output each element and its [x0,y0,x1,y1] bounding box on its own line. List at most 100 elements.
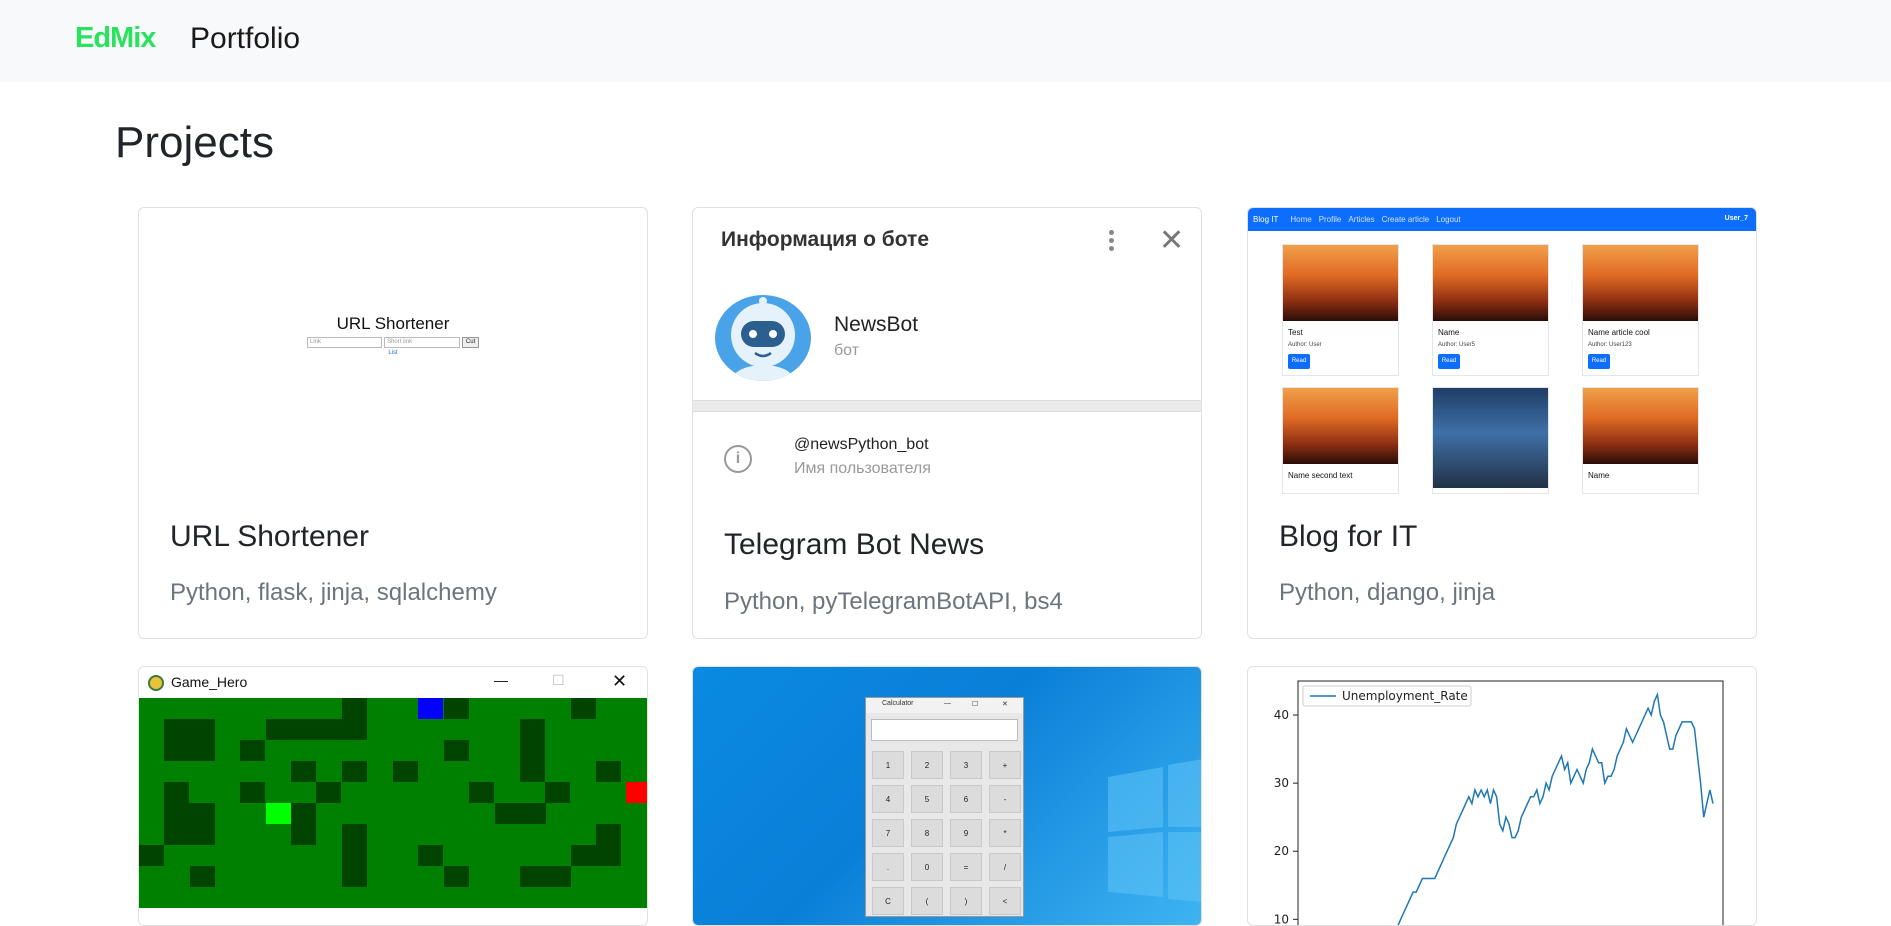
minimize-icon: — [944,700,951,707]
y-tick-label: 40 [1274,708,1289,722]
palm-trees-image [1583,245,1698,321]
maximize-icon: ☐ [972,701,979,708]
preview-cut-button: Cut [462,337,479,348]
y-tick-label: 10 [1274,912,1289,926]
calculator-key: - [989,785,1021,813]
project-card-game-hero[interactable]: Game_Hero — ☐ ✕ [138,666,648,926]
preview-article-title: Name second text [1288,471,1353,480]
preview-heading: URL Shortener [336,314,450,333]
bot-username-label: Имя пользователя [794,460,931,477]
preview-article-card: Name Author: User5 Read [1432,244,1549,376]
calculator-keypad: 1 2 3 +4 5 6- 7 8 9 *. 0 = / C() < [872,751,1023,915]
game-grid-tiles [139,698,647,887]
y-tick-label: 20 [1274,844,1289,858]
game-grid [139,698,647,908]
preview-bot-info-header: Информация о боте [721,228,930,251]
calculator-key: 3 [950,751,982,779]
calculator-key: 5 [911,785,943,813]
project-card-calculator[interactable]: Calculator — ☐ ✕ 1 2 3 +4 5 6- 7 8 9 *. 0 = / C() < [692,666,1202,926]
calculator-key: / [989,853,1021,881]
minimize-icon: — [494,672,508,688]
project-card-blog[interactable]: Blog IT Home Profile Articles Create art… [1247,207,1757,639]
preview-article-card: Name second text [1282,387,1399,494]
preview-article-author: Author: User [1288,342,1322,348]
preview-blog-user: User_7 [1724,215,1748,222]
project-tech: Python, pyTelegramBotAPI, bs4 [724,588,1063,615]
nav-link-portfolio[interactable]: Portfolio [190,22,300,56]
preview-short-link-input: Short link [384,337,461,348]
preview-nav-logout: Logout [1436,215,1461,224]
close-icon: ✕ [1159,224,1185,257]
info-icon: i [724,445,752,473]
preview-article-author: Author: User123 [1588,342,1632,348]
page-title: Projects [115,118,274,167]
project-card-unemployment-chart[interactable]: 10 20 30 40 Unemployment_Rate [1247,666,1757,926]
more-vertical-icon [1108,230,1116,252]
preview-article-title: Name article cool [1588,328,1650,337]
close-icon: ✕ [612,671,628,691]
project-title: Telegram Bot News [724,528,985,561]
player-enemy-tile [418,698,443,719]
preview-blog-navbar: Blog IT Home Profile Articles Create art… [1248,208,1756,231]
legend-label: Unemployment_Rate [1342,689,1468,703]
calculator-key: * [989,819,1021,847]
preview-article-card: Name article cool Author: User123 Read [1582,244,1699,376]
calculator-title: Calculator [882,700,914,707]
preview-window-titlebar: Game_Hero — ☐ ✕ [139,667,647,698]
calculator-key: 0 [911,853,943,881]
calculator-key: . [872,853,904,881]
preview-article-title: Test [1288,328,1303,337]
calculator-key: 9 [950,819,982,847]
preview-list-link: List [388,350,398,356]
preview-article-title: Name [1438,328,1460,337]
preview-article-card [1432,387,1549,494]
preview-read-button: Read [1438,354,1460,369]
calculator-window: Calculator — ☐ ✕ 1 2 3 +4 5 6- 7 8 9 *. 0 = / C() < [865,697,1024,917]
calculator-key: 7 [872,819,904,847]
preview-article-card: Name [1582,387,1699,494]
preview-article-author: Author: User5 [1438,342,1476,348]
divider [693,400,1201,412]
project-title: Blog for IT [1279,520,1418,553]
calculator-key: 4 [872,785,904,813]
bot-type: бот [834,342,860,359]
robot-icon [731,297,795,381]
exit-tile [626,782,647,803]
preview-read-button: Read [1288,354,1310,369]
url-shortener-preview: URL Shortener Link Short link Cut List [307,314,479,356]
brand-logo[interactable]: EdMix [75,22,156,55]
project-title: URL Shortener [170,520,369,553]
project-card-telegram-bot[interactable]: Информация о боте ✕ NewsBot бот i @newsP… [692,207,1202,639]
calculator-key: < [989,887,1021,915]
preview-link-input: Link [307,337,383,348]
preview-nav-create: Create article [1381,215,1430,224]
project-card-url-shortener[interactable]: URL Shortener Link Short link Cut List U… [138,207,648,639]
calculator-key: C [872,887,904,915]
calculator-key: 8 [911,819,943,847]
bridge-photo-image [1433,388,1548,488]
calculator-titlebar: Calculator — ☐ ✕ [866,698,1023,713]
calculator-key: 2 [911,751,943,779]
palm-trees-image [1583,388,1698,464]
preview-nav-profile: Profile [1318,215,1342,224]
preview-blog-brand: Blog IT [1253,215,1279,224]
project-tech: Python, flask, jinja, sqlalchemy [170,579,497,606]
project-tech: Python, django, jinja [1279,579,1496,606]
chart-frame [1297,680,1724,925]
calculator-key: 1 [872,751,904,779]
calculator-key: 6 [950,785,982,813]
preview-nav-home: Home [1290,215,1312,224]
calculator-display [871,719,1018,741]
bot-name: NewsBot [834,313,919,336]
navbar: EdMix Portfolio [0,0,1891,82]
series-line-unemployment-rate [1397,691,1714,925]
bot-avatar [715,295,811,381]
preview-window-title: Game_Hero [171,674,248,690]
y-tick-label: 30 [1274,776,1289,790]
calculator-key: ( [911,887,943,915]
preview-article-card: Test Author: User Read [1282,244,1399,376]
maximize-icon: ☐ [552,672,565,688]
palm-trees-image [1433,245,1548,321]
preview-read-button: Read [1588,354,1610,369]
palm-trees-image [1283,388,1398,464]
